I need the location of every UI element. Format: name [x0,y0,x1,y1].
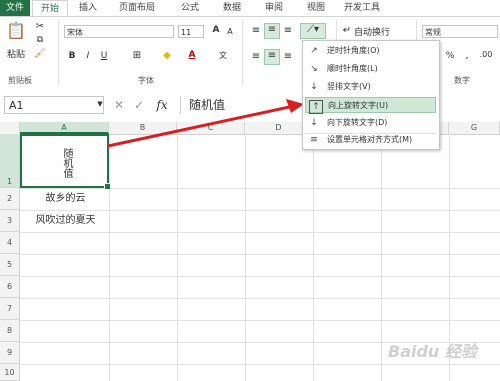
menu-item-label: 逆时针角度(O) [327,46,380,55]
angle-clockwise-icon: ↘ [310,64,318,74]
angle-counterclockwise-icon: ↗ [310,46,318,56]
menu-item-rotate-up[interactable]: ↑ 向上旋转文字(U) [305,97,436,114]
vertical-text-icon: ↓ [310,82,318,92]
menu-item-label: 向上旋转文字(U) [328,101,389,110]
rotate-up-icon: ↑ [309,100,323,114]
menu-item-angle-counterclockwise[interactable]: ↗ 逆时针角度(O) [305,43,436,59]
rotate-down-icon: ↓ [310,118,318,128]
watermark: Baidu 经验 [388,342,477,361]
menu-item-label: 顺时针角度(L) [327,64,378,73]
menu-item-rotate-down[interactable]: ↓ 向下旋转文字(D) [305,115,436,131]
menu-item-label: 竖排文字(V) [327,82,371,91]
menu-item-label: 向下旋转文字(D) [327,118,388,127]
orientation-menu: ↗ 逆时针角度(O) ↘ 顺时针角度(L) ↓ 竖排文字(V) ↑ 向上旋转文字… [302,40,440,150]
menu-item-format-alignment[interactable]: ≡ 设置单元格对齐方式(M) [305,132,436,148]
menu-item-angle-clockwise[interactable]: ↘ 顺时针角度(L) [305,61,436,77]
format-alignment-icon: ≡ [310,135,318,145]
menu-item-vertical-text[interactable]: ↓ 竖排文字(V) [305,79,436,95]
menu-item-label: 设置单元格对齐方式(M) [327,135,413,144]
